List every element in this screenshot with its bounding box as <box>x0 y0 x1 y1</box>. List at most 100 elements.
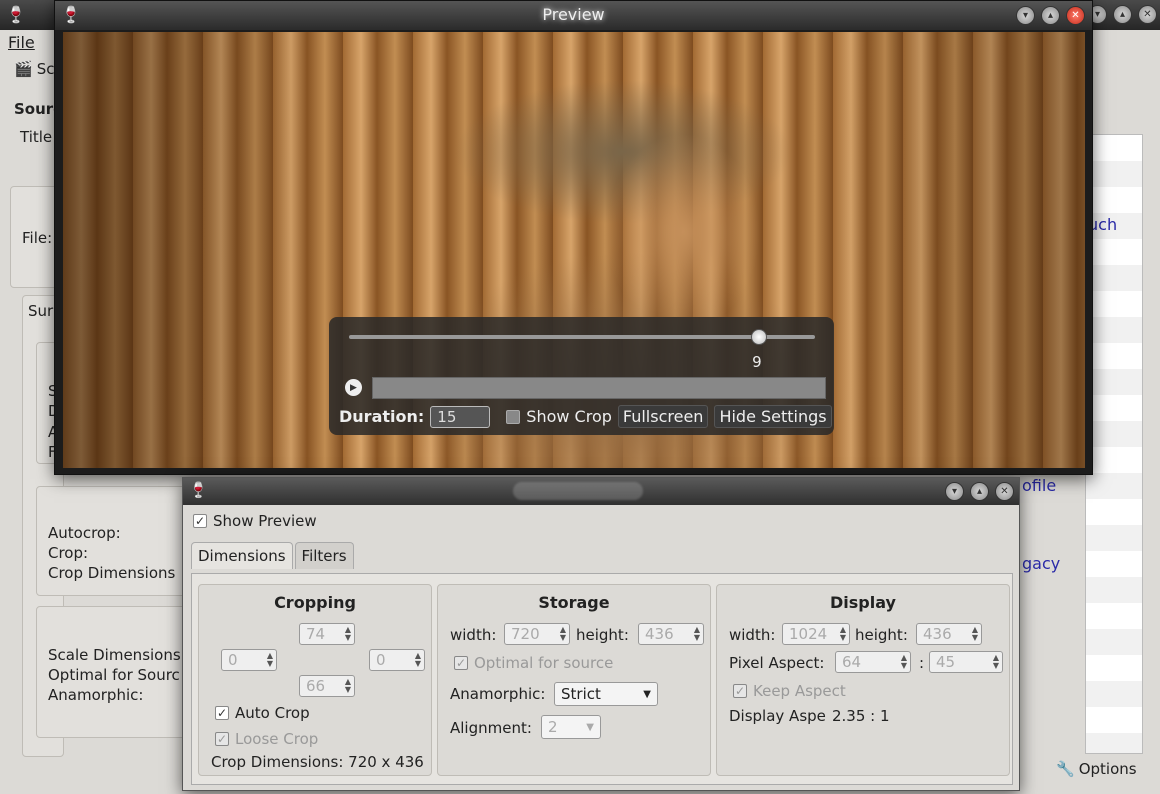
frame-slider-knob[interactable] <box>751 329 768 345</box>
alignment-select: 2 ▼ <box>541 715 601 739</box>
app-logo-icon: 🍷 <box>6 5 26 24</box>
tab-filters[interactable]: Filters <box>294 542 354 569</box>
clapper-icon[interactable]: 🎬 <box>14 60 33 78</box>
frame-value: 9 <box>752 353 762 371</box>
app-logo-icon: 🍷 <box>189 481 208 499</box>
crop-dimensions-label: Crop Dimensions <box>48 564 176 582</box>
checkmark-icon[interactable]: ✓ <box>193 514 207 528</box>
summary-tab[interactable]: Sur <box>28 302 53 320</box>
display-height-spinbox[interactable]: 436 ▲ ▼ <box>916 623 982 645</box>
spin-arrows-icon[interactable]: ▲ ▼ <box>694 626 700 642</box>
fullscreen-button[interactable]: Fullscreen <box>617 405 709 428</box>
checkmark-icon: ✓ <box>215 732 229 746</box>
options-button[interactable]: 🔧 Options <box>1056 760 1137 778</box>
settings-titlebar[interactable]: 🍷 ▾ ▴ ✕ <box>183 478 1019 505</box>
preview-window-buttons: ▾ ▴ ✕ <box>1016 6 1085 25</box>
spin-arrows-icon[interactable]: ▲ ▼ <box>972 626 978 642</box>
settings-title <box>513 482 643 500</box>
play-icon[interactable]: ▶ <box>345 379 362 396</box>
pixel-aspect-den-spinbox[interactable]: 45 ▲ ▼ <box>929 651 1003 673</box>
pixel-aspect-num-spinbox[interactable]: 64 ▲ ▼ <box>835 651 911 673</box>
show-crop-checkbox[interactable]: Show Crop <box>506 407 612 426</box>
display-width-spinbox[interactable]: 1024 ▲ ▼ <box>782 623 850 645</box>
display-width-value: 1024 <box>789 625 828 643</box>
preview-hud: 9 ▶ Duration: 15 ▲ ▼ Show Crop Fullscreen… <box>329 317 834 435</box>
storage-height-label: height: <box>576 626 629 644</box>
anamorphic-value: Strict <box>561 685 601 703</box>
display-width-label: width: <box>729 626 776 644</box>
storage-height-value: 436 <box>645 625 674 643</box>
crop-bottom-spinbox[interactable]: 66 ▲ ▼ <box>299 675 355 697</box>
preview-titlebar[interactable]: 🍷 Preview ▾ ▴ ✕ <box>55 1 1092 30</box>
show-crop-label: Show Crop <box>526 407 612 426</box>
duration-label: Duration: <box>339 407 425 426</box>
duration-spinbox[interactable]: 15 ▲ ▼ <box>430 405 491 428</box>
display-height-value: 436 <box>923 625 952 643</box>
close-icon[interactable]: ✕ <box>995 482 1014 501</box>
storage-width-spinbox[interactable]: 720 ▲ ▼ <box>504 623 570 645</box>
spin-arrows-icon[interactable]: ▲ ▼ <box>267 652 273 668</box>
spin-arrows-icon[interactable]: ▲ ▼ <box>480 408 486 425</box>
picture-settings-window: 🍷 ▾ ▴ ✕ ✓ Show Preview Dimensions Filter… <box>182 477 1020 791</box>
crop-left-spinbox[interactable]: 0 ▲ ▼ <box>221 649 277 671</box>
settings-window-buttons: ▾ ▴ ✕ <box>945 482 1014 501</box>
crop-dimensions-text: Crop Dimensions: 720 x 436 <box>211 753 424 771</box>
main-toolbar: 🎬 Sc <box>14 60 54 78</box>
video-frame: 9 ▶ Duration: 15 ▲ ▼ Show Crop Fullscreen… <box>63 32 1085 468</box>
close-icon[interactable]: ✕ <box>1138 5 1157 24</box>
frame-slider[interactable] <box>349 335 815 339</box>
minimize-icon[interactable]: ▾ <box>945 482 964 501</box>
spin-arrows-icon[interactable]: ▲ ▼ <box>840 626 846 642</box>
minimize-icon[interactable]: ▾ <box>1016 6 1035 25</box>
autocrop-label: Autocrop: <box>48 524 121 542</box>
storage-title: Storage <box>538 593 610 612</box>
storage-panel: Storage width: 720 ▲ ▼ height: 436 ▲ ▼ ✓ O… <box>437 584 711 776</box>
auto-crop-checkbox[interactable]: ✓ Auto Crop <box>215 704 310 722</box>
spin-arrows-icon[interactable]: ▲ ▼ <box>345 626 351 642</box>
keep-aspect-checkbox: ✓ Keep Aspect <box>733 682 846 700</box>
crop-left-value: 0 <box>228 651 238 669</box>
crop-right-spinbox[interactable]: 0 ▲ ▼ <box>369 649 425 671</box>
optimal-for-source-checkbox: ✓ Optimal for source <box>454 654 613 672</box>
maximize-icon[interactable]: ▴ <box>970 482 989 501</box>
spin-arrows-icon[interactable]: ▲ ▼ <box>560 626 566 642</box>
menu-file[interactable]: File <box>8 33 35 52</box>
crop-right-value: 0 <box>376 651 386 669</box>
display-aspect-label: Display Aspe <box>729 707 826 725</box>
crop-top-spinbox[interactable]: 74 ▲ ▼ <box>299 623 355 645</box>
spin-arrows-icon[interactable]: ▲ ▼ <box>345 678 351 694</box>
storage-height-spinbox[interactable]: 436 ▲ ▼ <box>638 623 704 645</box>
checkmark-icon[interactable]: ✓ <box>215 706 229 720</box>
maximize-icon[interactable]: ▴ <box>1113 5 1132 24</box>
close-icon[interactable]: ✕ <box>1066 6 1085 25</box>
maximize-icon[interactable]: ▴ <box>1041 6 1060 25</box>
spin-arrows-icon[interactable]: ▲ ▼ <box>415 652 421 668</box>
preset-link[interactable]: gacy <box>1022 554 1060 573</box>
anamorphic-select[interactable]: Strict ▼ <box>554 682 658 706</box>
toolbar-source-label[interactable]: Sc <box>37 60 55 78</box>
tab-dimensions[interactable]: Dimensions <box>191 542 293 569</box>
checkbox-box[interactable] <box>506 409 521 424</box>
pixel-aspect-den-value: 45 <box>936 653 956 671</box>
dropdown-arrow-icon: ▼ <box>643 688 651 700</box>
hide-settings-button[interactable]: Hide Settings <box>714 405 832 428</box>
display-aspect-value: 2.35 : 1 <box>832 707 890 725</box>
menubar: File <box>8 33 35 52</box>
title-label: Title <box>20 128 53 146</box>
pixel-aspect-label: Pixel Aspect: <box>729 654 825 672</box>
loose-crop-label: Loose Crop <box>235 730 319 748</box>
anamorphic-label: Anamorphic: <box>48 686 144 704</box>
cropping-panel: Cropping 74 ▲ ▼ 0 ▲ ▼ 0 ▲ ▼ 66 ▲ ▼ ✓ Auto Cr… <box>198 584 432 776</box>
spin-arrows-icon[interactable]: ▲ ▼ <box>993 654 999 670</box>
alignment-value: 2 <box>548 718 558 736</box>
pixel-aspect-separator: : <box>919 654 925 672</box>
preset-link[interactable]: ofile <box>1022 476 1056 495</box>
loose-crop-checkbox: ✓ Loose Crop <box>215 730 318 748</box>
spin-arrows-icon[interactable]: ▲ ▼ <box>901 654 907 670</box>
optimal-label: Optimal for Sourc <box>48 666 180 684</box>
encode-progress-bar <box>372 377 826 399</box>
checkmark-icon: ✓ <box>733 684 747 698</box>
show-preview-checkbox[interactable]: ✓ Show Preview <box>193 512 317 530</box>
duration-value: 15 <box>437 407 457 426</box>
preview-title: Preview <box>542 5 605 24</box>
